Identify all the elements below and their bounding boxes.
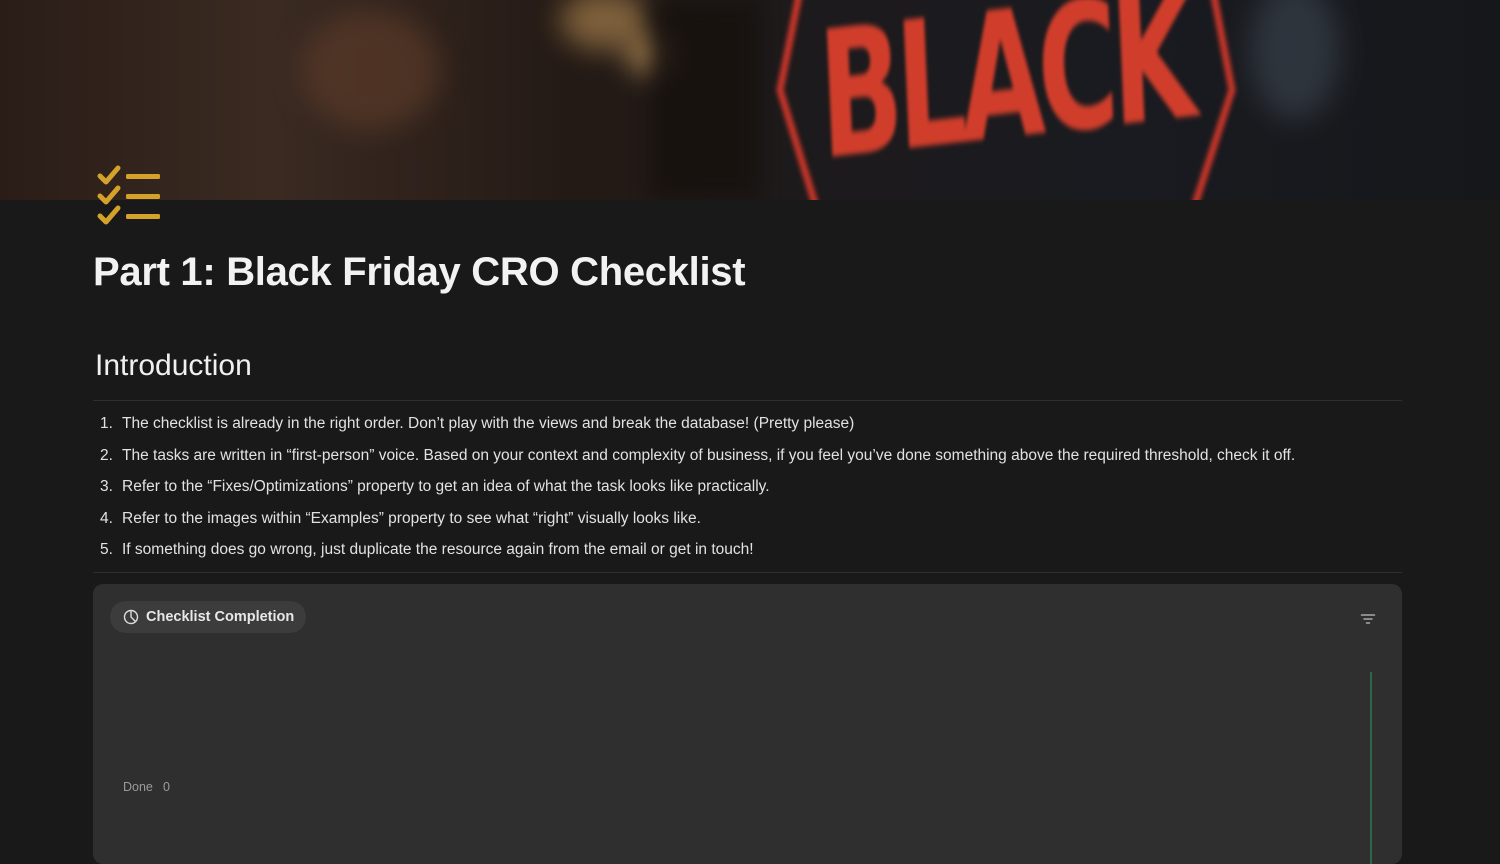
chart-plot-area: Done 0: [93, 644, 1402, 864]
cover-sign-text: BLACK: [815, 0, 1195, 200]
list-item-number: 3.: [100, 478, 113, 496]
pie-chart-icon: [123, 609, 139, 625]
heading-divider: [93, 400, 1402, 401]
list-item-text[interactable]: The checklist is already in the right or…: [122, 408, 854, 440]
list-item[interactable]: 1. The checklist is already in the right…: [93, 408, 1393, 440]
chart-view-name: Checklist Completion: [146, 609, 295, 625]
list-item[interactable]: 5. If something does go wrong, just dupl…: [93, 534, 1393, 566]
list-item-text[interactable]: Refer to the images within “Examples” pr…: [122, 503, 701, 535]
list-item-text[interactable]: If something does go wrong, just duplica…: [122, 534, 754, 566]
list-item-number: 4.: [100, 509, 113, 527]
list-item-number: 5.: [100, 541, 113, 559]
introduction-list: 1. The checklist is already in the right…: [93, 408, 1393, 566]
filter-icon[interactable]: [1360, 612, 1376, 626]
page-title[interactable]: Part 1: Black Friday CRO Checklist: [93, 250, 746, 295]
list-item-text[interactable]: The tasks are written in “first-person” …: [122, 440, 1295, 472]
list-item-text[interactable]: Refer to the “Fixes/Optimizations” prope…: [122, 471, 770, 503]
list-item[interactable]: 2. The tasks are written in “first-perso…: [93, 440, 1393, 472]
chart-value-label: 0: [163, 780, 170, 794]
cover-shadow: [650, 0, 760, 200]
chart-view-tab[interactable]: Checklist Completion: [110, 601, 307, 633]
list-divider: [93, 572, 1402, 573]
cover-bokeh-light: [1250, 0, 1340, 120]
chart-category-label: Done: [123, 780, 153, 794]
introduction-heading[interactable]: Introduction: [95, 349, 252, 383]
list-item[interactable]: 4. Refer to the images within “Examples”…: [93, 503, 1393, 535]
chart-view-card: Checklist Completion Done 0: [93, 584, 1402, 864]
list-item-number: 1.: [100, 415, 113, 432]
checklist-icon[interactable]: [96, 164, 164, 228]
cover-image[interactable]: BLACK: [0, 0, 1500, 200]
list-item[interactable]: 3. Refer to the “Fixes/Optimizations” pr…: [93, 471, 1393, 503]
list-item-number: 2.: [100, 446, 113, 464]
completion-chart: Done 0: [123, 672, 1372, 864]
cover-bokeh-light: [300, 10, 440, 130]
